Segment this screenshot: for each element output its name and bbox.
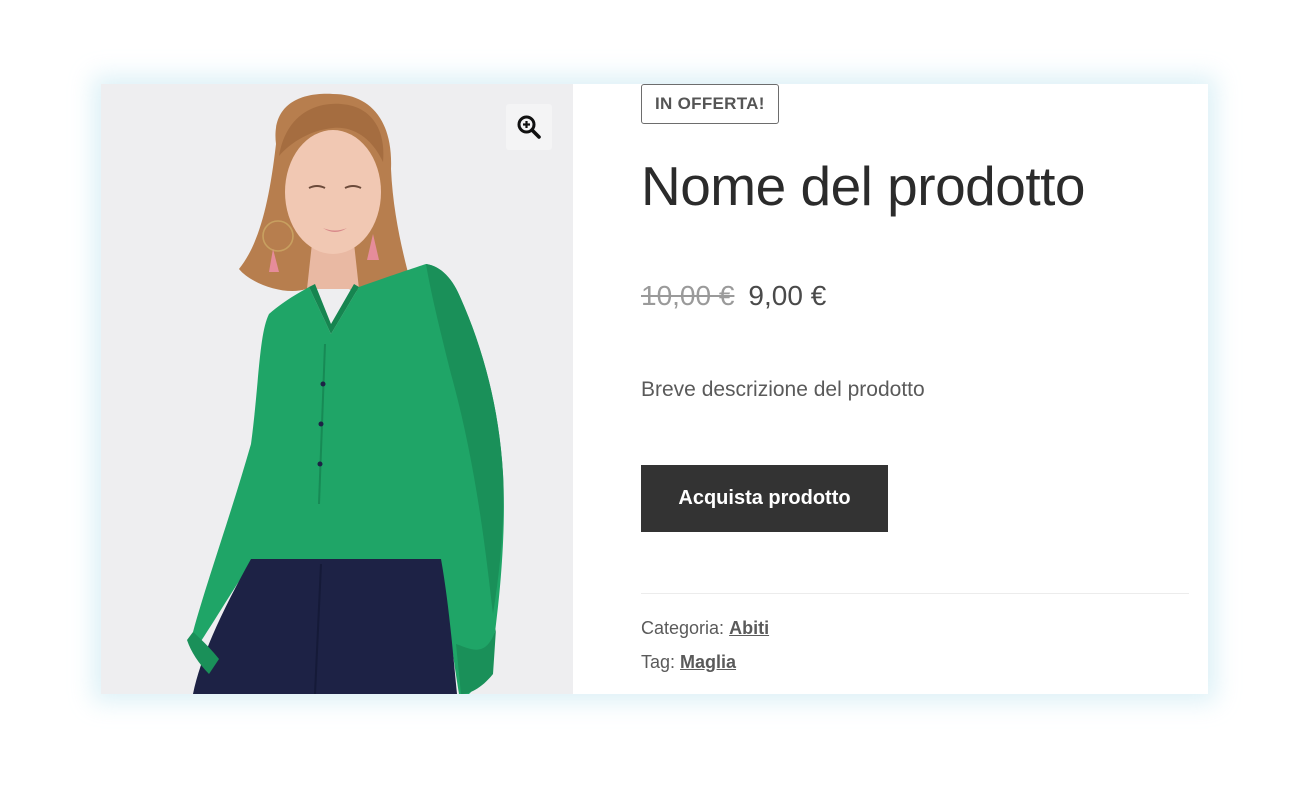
product-gallery[interactable] xyxy=(101,84,573,694)
sale-badge: IN OFFERTA! xyxy=(641,84,779,124)
product-card: IN OFFERTA! Nome del prodotto 10,00 € 9,0… xyxy=(101,84,1208,694)
sale-price: 9,00 € xyxy=(748,280,827,311)
magnifier-plus-icon xyxy=(517,115,541,139)
product-image[interactable] xyxy=(101,84,573,694)
price: 10,00 € 9,00 € xyxy=(641,280,826,312)
category-row: Categoria: Abiti xyxy=(641,618,769,639)
old-price: 10,00 € xyxy=(641,280,735,311)
product-title: Nome del prodotto xyxy=(641,155,1086,217)
short-description: Breve descrizione del prodotto xyxy=(641,378,925,401)
divider xyxy=(641,593,1189,594)
tag-label: Tag: xyxy=(641,652,676,672)
category-label: Categoria: xyxy=(641,618,725,638)
category-link[interactable]: Abiti xyxy=(729,618,769,638)
product-summary: IN OFFERTA! Nome del prodotto 10,00 € 9,0… xyxy=(641,84,1189,694)
tag-row: Tag: Maglia xyxy=(641,652,736,673)
zoom-button[interactable] xyxy=(506,104,552,150)
tag-link[interactable]: Maglia xyxy=(680,652,736,672)
buy-button[interactable]: Acquista prodotto xyxy=(641,465,888,532)
